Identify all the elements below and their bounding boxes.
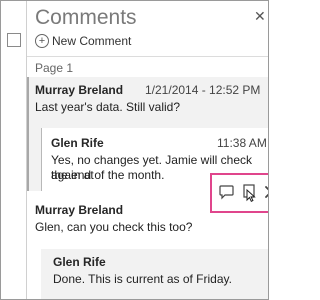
page-label: Page 1 [35,61,74,75]
close-icon[interactable]: ✕ [254,9,266,23]
comment-author: Murray Breland [35,203,124,217]
comment-timestamp: 1/21/2014 - 12:52 PM [145,83,261,97]
delete-icon[interactable] [260,181,268,203]
reply-timestamp: 11:38 AM [217,136,267,150]
pane-title: Comments [35,6,137,29]
reply-icon[interactable] [216,181,238,203]
resolve-icon[interactable] [238,181,260,203]
plus-circle-icon: + [35,34,49,48]
selection-accent-bar [27,77,29,191]
comments-pane: Comments ✕ + New Comment Page 1 Murray B… [27,1,268,299]
comments-window: Comments ✕ + New Comment Page 1 Murray B… [0,0,269,300]
page-checkbox[interactable] [7,33,21,47]
reply-text: Done. This is current as of Friday. [53,272,232,286]
comment-actions-toolbar [210,173,268,213]
comment-author: Murray Breland [35,83,124,97]
comment-text: Last year's data. Still valid? [35,100,181,114]
reply-card[interactable]: Glen Rife Done. This is current as of Fr… [41,249,268,299]
header-divider [27,56,268,57]
new-comment-button[interactable]: + New Comment [35,34,131,48]
new-comment-label: New Comment [52,34,132,48]
reply-author: Glen Rife [51,136,104,150]
reply-text-line-2: the end of the month. [51,168,165,182]
left-gutter [1,1,26,299]
reply-author: Glen Rife [53,255,106,269]
comment-text: Glen, can you check this too? [35,220,193,234]
